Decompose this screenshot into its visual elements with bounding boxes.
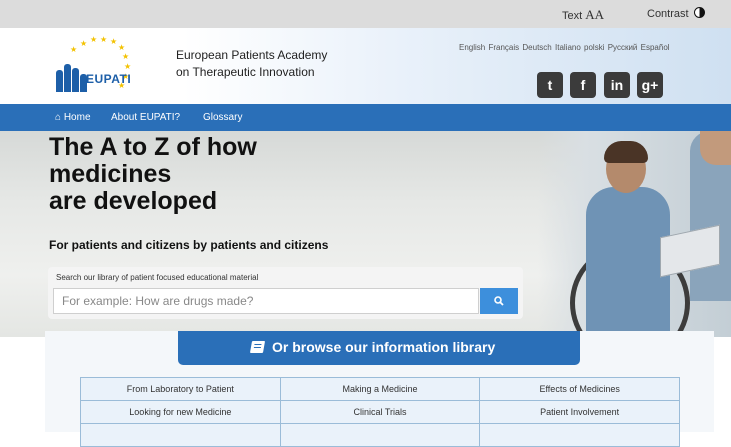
- library-link[interactable]: Clinical Trials: [279, 400, 481, 424]
- googleplus-icon[interactable]: g+: [637, 72, 663, 98]
- facebook-icon[interactable]: f: [570, 72, 596, 98]
- site-header: ★ ★ ★ ★ ★ ★ ★ ★ ★ ★ EUPATI European Pati…: [0, 28, 731, 104]
- book-icon: [249, 341, 266, 353]
- language-francais[interactable]: Français: [488, 43, 519, 52]
- nav-home-label: Home: [63, 112, 91, 123]
- library-link[interactable]: Effects of Medicines: [479, 377, 680, 401]
- language-deutsch[interactable]: Deutsch: [522, 43, 551, 52]
- language-english[interactable]: English: [459, 43, 485, 52]
- hero-title-line1: The A to Z of how: [49, 133, 257, 161]
- library-link[interactable]: [479, 423, 680, 447]
- library-link[interactable]: From Laboratory to Patient: [80, 377, 281, 401]
- language-espanol[interactable]: Español: [641, 43, 670, 52]
- logo-text: EUPATI: [86, 72, 132, 86]
- table-row: From Laboratory to Patient Making a Medi…: [80, 377, 680, 401]
- org-name-line2: on Therapeutic Innovation: [176, 65, 315, 79]
- linkedin-icon[interactable]: in: [604, 72, 630, 98]
- library-link[interactable]: Making a Medicine: [279, 377, 481, 401]
- table-row: Looking for new Medicine Clinical Trials…: [80, 400, 680, 424]
- language-russian[interactable]: Русский: [608, 43, 638, 52]
- library-link[interactable]: [80, 423, 281, 447]
- main-nav: ⌂ Home About EUPATI? Glossary: [0, 104, 731, 131]
- half-circle-icon: [693, 7, 705, 18]
- hero-photo-person-2-head: [700, 131, 731, 165]
- nav-about[interactable]: About EUPATI?: [111, 112, 180, 123]
- twitter-icon[interactable]: t: [537, 72, 563, 98]
- library-table: From Laboratory to Patient Making a Medi…: [80, 377, 680, 447]
- hero-subtitle: For patients and citizens by patients an…: [49, 238, 329, 252]
- text-size-label: Text: [562, 10, 583, 22]
- language-selector: English Français Deutsch Italiano polski…: [459, 43, 670, 52]
- hero-title: The A to Z of how medicines are develope…: [49, 134, 257, 215]
- utility-bar: Text AA Contrast: [0, 0, 731, 28]
- browse-library-label: Or browse our information library: [272, 339, 496, 355]
- organization-name: European Patients Academy on Therapeutic…: [176, 47, 327, 81]
- browse-library-button[interactable]: Or browse our information library: [178, 331, 580, 365]
- eupati-logo[interactable]: ★ ★ ★ ★ ★ ★ ★ ★ ★ ★ EUPATI: [50, 36, 150, 98]
- library-link[interactable]: Looking for new Medicine: [80, 400, 281, 424]
- search-panel: Search our library of patient focused ed…: [48, 267, 523, 319]
- home-icon: ⌂: [55, 112, 62, 123]
- search-button[interactable]: [480, 288, 518, 314]
- language-polski[interactable]: polski: [584, 43, 604, 52]
- table-row: [80, 423, 680, 447]
- hero-photo-person-hair: [604, 141, 648, 163]
- hero-title-line3: are developed: [49, 187, 218, 215]
- text-size-control[interactable]: Text AA: [562, 7, 604, 23]
- org-name-line1: European Patients Academy: [176, 48, 328, 62]
- contrast-control[interactable]: Contrast: [647, 7, 705, 20]
- nav-home[interactable]: ⌂ Home: [55, 112, 91, 123]
- library-link[interactable]: Patient Involvement: [479, 400, 680, 424]
- search-icon: [494, 296, 504, 306]
- search-input[interactable]: [53, 288, 479, 314]
- hero-photo-person-body: [586, 187, 670, 337]
- library-link[interactable]: [279, 423, 481, 447]
- nav-glossary[interactable]: Glossary: [203, 112, 242, 123]
- hero-title-line2: medicines: [49, 160, 172, 188]
- text-size-icon: AA: [585, 7, 605, 22]
- language-italiano[interactable]: Italiano: [555, 43, 581, 52]
- search-label: Search our library of patient focused ed…: [56, 273, 259, 282]
- contrast-label: Contrast: [647, 8, 689, 20]
